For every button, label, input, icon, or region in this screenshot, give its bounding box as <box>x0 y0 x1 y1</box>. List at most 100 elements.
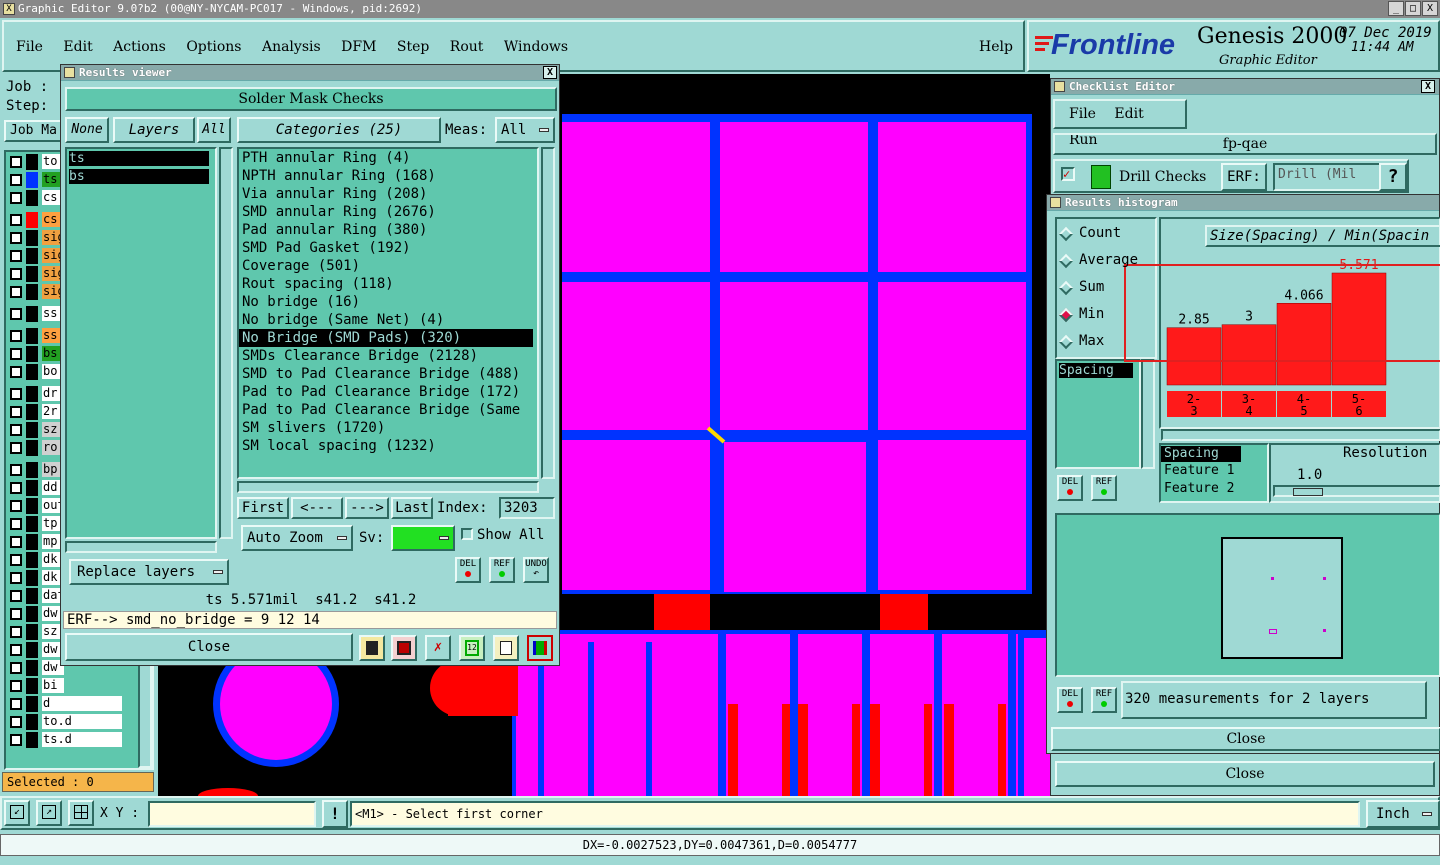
units-select[interactable]: Inch <box>1366 800 1440 828</box>
layers-none-button[interactable]: None <box>65 117 109 143</box>
layer-checkbox[interactable] <box>10 734 22 746</box>
sequence-button[interactable]: 12 <box>459 635 485 661</box>
layers-button[interactable]: Layers <box>113 117 195 143</box>
category-item[interactable]: SM local spacing (1232) <box>239 437 533 455</box>
report-icon-button[interactable] <box>391 635 417 661</box>
categories-list[interactable]: PTH annular Ring (4) NPTH annular Ring (1… <box>237 147 539 479</box>
category-item[interactable]: SMD to Pad Clearance Bridge (488) <box>239 365 533 383</box>
layer-checkbox[interactable] <box>10 626 22 638</box>
field-item-spacing[interactable]: Spacing <box>1059 363 1133 378</box>
checklist-menu-edit[interactable]: Edit <box>1114 106 1143 122</box>
check-checkbox[interactable]: ✓ <box>1061 167 1075 181</box>
histogram-close-button[interactable]: Close <box>1051 727 1440 751</box>
feature-item-1[interactable]: Feature 1 <box>1161 462 1267 480</box>
replace-layers-select[interactable]: Replace layers <box>69 559 229 585</box>
layer-checkbox[interactable] <box>10 174 22 186</box>
histogram-bar[interactable] <box>1331 272 1387 386</box>
feature-list[interactable]: Spacing Feature 1 Feature 2 <box>1159 443 1269 503</box>
layer-checkbox[interactable] <box>10 716 22 728</box>
categories-button[interactable]: Categories (25) <box>237 117 441 143</box>
menu-help[interactable]: Help <box>979 39 1013 55</box>
menu-options[interactable]: Options <box>186 39 241 55</box>
layer-checkbox[interactable] <box>10 442 22 454</box>
zoom-box-button[interactable]: ↙ <box>4 800 30 826</box>
close-icon[interactable]: X <box>543 66 557 79</box>
category-item[interactable]: Pad annular Ring (380) <box>239 221 533 239</box>
job-matrix-button[interactable]: Job Ma <box>4 120 64 142</box>
ref-button[interactable]: REF <box>489 557 515 583</box>
category-item[interactable]: No Bridge (SMD Pads) (320) <box>239 329 533 347</box>
layer-checkbox[interactable] <box>10 662 22 674</box>
first-button[interactable]: First <box>237 497 289 519</box>
layer-checkbox[interactable] <box>10 388 22 400</box>
layer-item-bs[interactable]: bs <box>69 169 209 184</box>
layer-checkbox[interactable] <box>10 250 22 262</box>
field-list-vscroll[interactable] <box>1141 359 1155 469</box>
layer-checkbox[interactable] <box>10 464 22 476</box>
category-item[interactable]: No bridge (16) <box>239 293 533 311</box>
layer-checkbox[interactable] <box>10 286 22 298</box>
layer-checkbox[interactable] <box>10 214 22 226</box>
menu-actions[interactable]: Actions <box>113 39 166 55</box>
layer-checkbox[interactable] <box>10 424 22 436</box>
layer-name[interactable]: ts.d <box>42 732 122 747</box>
layer-checkbox[interactable] <box>10 406 22 418</box>
layer-name[interactable]: to.d <box>42 714 122 729</box>
erf-input[interactable]: Drill (Mil <box>1273 163 1385 191</box>
meas-select[interactable]: All <box>495 117 555 143</box>
layer-checkbox[interactable] <box>10 268 22 280</box>
layer-selection-list[interactable]: ts bs <box>65 147 217 539</box>
close-icon[interactable]: X <box>1421 80 1435 93</box>
histogram-button[interactable] <box>527 635 553 661</box>
category-item[interactable]: SMD annular Ring (2676) <box>239 203 533 221</box>
layer-checkbox[interactable] <box>10 608 22 620</box>
alert-button[interactable]: ! <box>322 800 348 828</box>
layer-checkbox[interactable] <box>10 308 22 320</box>
xy-input[interactable] <box>148 801 316 827</box>
feature-item-spacing[interactable]: Spacing <box>1161 446 1241 462</box>
menu-dfm[interactable]: DFM <box>341 39 376 55</box>
checklist-close-button[interactable]: Close <box>1055 761 1435 787</box>
category-item[interactable]: Rout spacing (118) <box>239 275 533 293</box>
grid-button[interactable] <box>68 800 94 826</box>
layer-checkbox[interactable] <box>10 698 22 710</box>
help-button[interactable]: ? <box>1379 163 1407 191</box>
layer-checkbox[interactable] <box>10 572 22 584</box>
layer-checkbox[interactable] <box>10 192 22 204</box>
next-button[interactable]: ---> <box>345 497 389 519</box>
chart-hscroll[interactable] <box>1161 429 1440 441</box>
layer-row[interactable]: bi <box>6 678 150 694</box>
measure-button[interactable]: ↗ <box>36 800 62 826</box>
layer-checkbox[interactable] <box>10 536 22 548</box>
histogram-field-list[interactable]: Spacing <box>1055 359 1141 469</box>
feature-item-2[interactable]: Feature 2 <box>1161 480 1267 498</box>
layer-checkbox[interactable] <box>10 366 22 378</box>
category-item[interactable]: SMDs Clearance Bridge (2128) <box>239 347 533 365</box>
layer-name[interactable]: bi <box>42 678 64 693</box>
preview-del-button[interactable]: DEL <box>1057 687 1083 713</box>
menu-file[interactable]: File <box>16 39 43 55</box>
layer-checkbox[interactable] <box>10 348 22 360</box>
resolution-slider[interactable] <box>1273 485 1440 497</box>
layer-checkbox[interactable] <box>10 644 22 656</box>
layer-item-ts[interactable]: ts <box>69 151 209 166</box>
layer-checkbox[interactable] <box>10 590 22 602</box>
category-item[interactable]: SMD Pad Gasket (192) <box>239 239 533 257</box>
menu-analysis[interactable]: Analysis <box>262 39 321 55</box>
show-all-checkbox[interactable] <box>461 528 473 540</box>
histogram-bar[interactable] <box>1276 303 1332 386</box>
ref-erase-button[interactable]: ✗ <box>425 635 451 661</box>
categories-hscroll[interactable] <box>237 481 539 493</box>
undo-button[interactable]: UNDO ↶ <box>523 557 549 583</box>
layer-checkbox[interactable] <box>10 482 22 494</box>
menu-windows[interactable]: Windows <box>504 39 568 55</box>
layer-checkbox[interactable] <box>10 680 22 692</box>
prev-button[interactable]: <--- <box>291 497 343 519</box>
notes-button[interactable] <box>493 635 519 661</box>
minimize-button[interactable]: _ <box>1388 1 1404 16</box>
preview-ref-button[interactable]: REF <box>1091 687 1117 713</box>
layer-list-hscroll[interactable] <box>65 541 217 553</box>
category-item[interactable]: SM slivers (1720) <box>239 419 533 437</box>
category-item[interactable]: No bridge (Same Net) (4) <box>239 311 533 329</box>
histogram-bar[interactable] <box>1221 324 1277 386</box>
